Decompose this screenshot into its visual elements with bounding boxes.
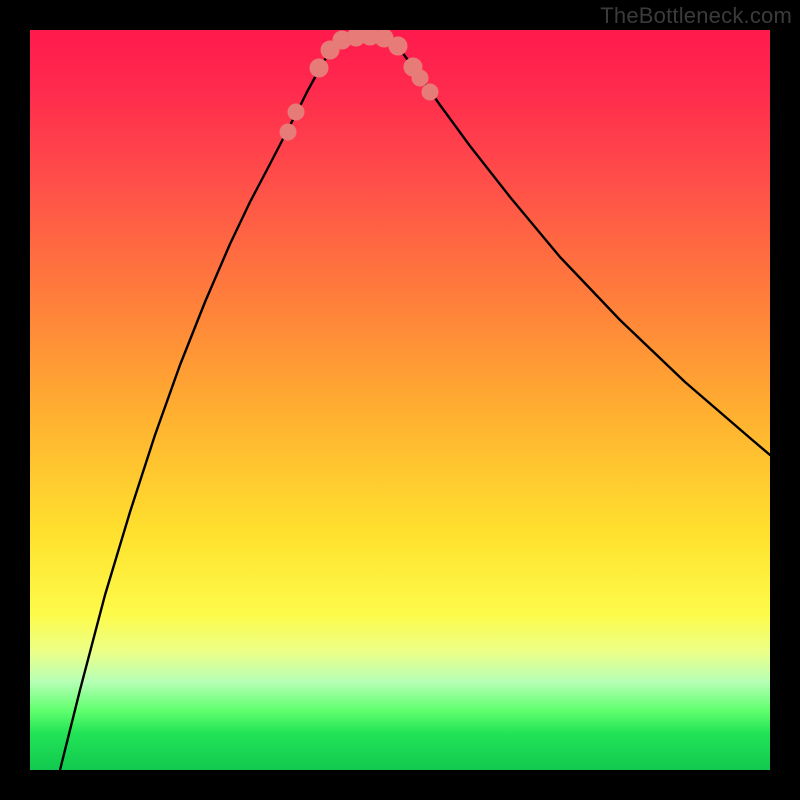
marker-group bbox=[280, 30, 438, 140]
marker-dot bbox=[280, 124, 296, 140]
marker-dot bbox=[310, 59, 328, 77]
marker-dot bbox=[389, 37, 407, 55]
marker-dot bbox=[422, 84, 438, 100]
curve-group bbox=[60, 36, 770, 770]
frame: TheBottleneck.com bbox=[0, 0, 800, 800]
marker-dot bbox=[288, 104, 304, 120]
marker-dot bbox=[412, 70, 428, 86]
chart-svg bbox=[30, 30, 770, 770]
curve-right-curve bbox=[392, 40, 770, 455]
curve-left-curve bbox=[60, 40, 338, 770]
plot-area bbox=[30, 30, 770, 770]
watermark-text: TheBottleneck.com bbox=[600, 3, 792, 29]
